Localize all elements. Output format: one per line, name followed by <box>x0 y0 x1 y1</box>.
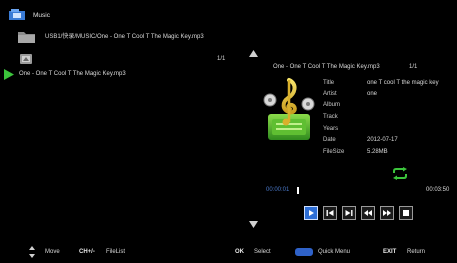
info-label-years: Years <box>323 126 339 132</box>
info-value-date: 2012-07-17 <box>367 137 398 143</box>
info-label-album: Album <box>323 102 341 108</box>
info-label-artist: Artist <box>323 91 337 97</box>
play-button[interactable] <box>304 206 318 220</box>
fast-forward-icon <box>383 210 391 216</box>
progress-fill <box>297 187 299 194</box>
rewind-icon <box>364 210 372 216</box>
info-label-track: Track <box>323 114 338 120</box>
elapsed-time: 00:00:01 <box>266 187 290 193</box>
folder-icon <box>18 32 35 43</box>
skip-next-icon <box>345 210 353 216</box>
current-path: USB1/快录/MUSIC/One - One T Cool T The Mag… <box>45 34 204 40</box>
up-down-arrows-icon <box>29 246 35 258</box>
info-value-filesize: 5.28MB <box>367 149 388 155</box>
progress-bar[interactable] <box>297 187 418 194</box>
music-app-icon <box>9 9 25 20</box>
info-page-indicator: 1/1 <box>409 64 418 70</box>
play-marker-icon <box>4 69 14 80</box>
hint-filelist-label: FileList <box>106 249 126 255</box>
stop-button[interactable] <box>399 206 413 220</box>
total-time: 00:03:50 <box>426 187 450 193</box>
fast-forward-button[interactable] <box>380 206 394 220</box>
info-label-date: Date <box>323 137 336 143</box>
hint-exit-key: EXIT <box>383 249 397 255</box>
browser-page-indicator: 1/1 <box>217 56 226 62</box>
blue-key-icon <box>295 248 313 256</box>
rewind-button[interactable] <box>361 206 375 220</box>
info-value-title: one T cool T the magic key <box>367 80 439 86</box>
hint-move-label: Move <box>45 249 60 255</box>
next-button[interactable] <box>342 206 356 220</box>
hint-quickmenu-label: Quick Menu <box>318 249 351 255</box>
stop-icon <box>403 210 409 216</box>
info-value-artist: one <box>367 91 378 97</box>
music-note-icon <box>263 78 315 140</box>
info-filename: One - One T Cool T The Magic Key.mp3 <box>273 64 380 70</box>
hint-ch-key: CH+/- <box>79 249 95 255</box>
scroll-up-icon[interactable] <box>249 50 258 57</box>
up-folder-icon[interactable] <box>20 54 32 64</box>
scroll-down-icon[interactable] <box>249 221 258 228</box>
info-label-filesize: FileSize <box>323 149 345 155</box>
list-item[interactable]: One - One T Cool T The Magic Key.mp3 <box>19 71 126 77</box>
play-icon <box>309 210 314 216</box>
hint-ok-key: OK <box>235 249 244 255</box>
info-label-title: Title <box>323 80 335 86</box>
skip-previous-icon <box>326 210 334 216</box>
hint-return-label: Return <box>407 249 426 255</box>
repeat-icon[interactable] <box>392 167 408 180</box>
app-title: Music <box>33 12 50 19</box>
hint-select-label: Select <box>254 249 271 255</box>
previous-button[interactable] <box>323 206 337 220</box>
